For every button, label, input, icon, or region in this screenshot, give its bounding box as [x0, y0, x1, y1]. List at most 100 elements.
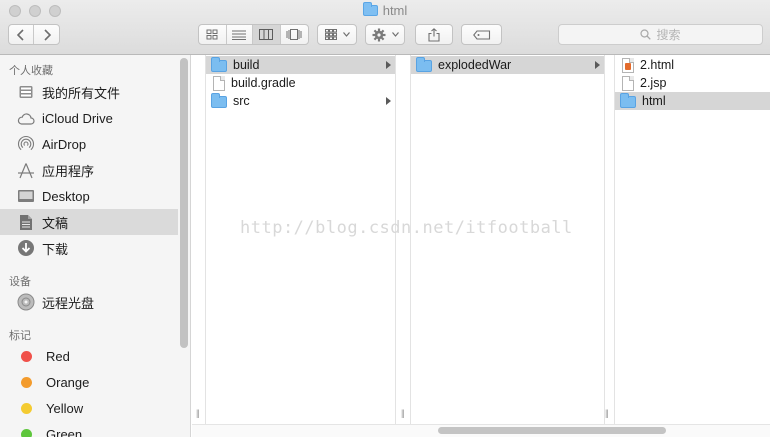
devices-header: 设备: [9, 276, 31, 288]
column-list: build build.gradle src: [205, 55, 395, 424]
sidebar-tag-red[interactable]: Red: [0, 343, 178, 369]
red-tag-dot-icon: [21, 350, 32, 362]
sidebar-item-label: Orange: [46, 374, 90, 390]
sidebar-item-label: 文稿: [42, 215, 69, 231]
disclosure-arrow-icon: [386, 61, 391, 69]
list-view-button[interactable]: [227, 25, 254, 44]
tags-header: 标记: [9, 330, 31, 342]
sidebar: 个人收藏 我的所有文件 iCloud Drive AirDrop 应用程序 De…: [0, 55, 191, 437]
list-item[interactable]: build: [206, 56, 395, 74]
sidebar-tag-yellow[interactable]: Yellow: [0, 395, 178, 421]
documents-icon: [16, 213, 36, 231]
document-icon: [622, 75, 634, 91]
item-name: 2.html: [640, 58, 675, 72]
all-files-icon: [16, 83, 36, 101]
sidebar-item-label: Desktop: [42, 188, 90, 204]
yellow-tag-dot-icon: [21, 402, 32, 414]
sidebar-item-applications[interactable]: 应用程序: [0, 157, 178, 183]
sidebar-item-icloud-drive[interactable]: iCloud Drive: [0, 105, 178, 131]
list-icon: [232, 30, 247, 40]
search-icon: [640, 29, 652, 40]
sidebar-item-all-files[interactable]: 我的所有文件: [0, 79, 178, 105]
share-icon: [428, 27, 440, 42]
folder-icon: [211, 93, 227, 108]
sidebar-item-airdrop[interactable]: AirDrop: [0, 131, 178, 157]
chevron-left-icon: [17, 28, 24, 41]
chevron-down-icon: [391, 32, 399, 37]
window-title: html: [0, 2, 770, 18]
column-resize-handle[interactable]: ||: [605, 408, 609, 418]
folder-icon: [211, 57, 227, 72]
item-name: explodedWar: [438, 58, 512, 72]
chevron-down-icon: [342, 32, 350, 37]
sidebar-item-remote-disc[interactable]: 远程光盘: [0, 289, 178, 315]
icon-view-button[interactable]: [199, 25, 227, 44]
sidebar-item-label: 下载: [42, 241, 69, 257]
window-title-label: html: [382, 3, 408, 18]
item-name: build: [233, 58, 260, 72]
arrange-icon: [324, 29, 337, 40]
sidebar-item-desktop[interactable]: Desktop: [0, 183, 178, 209]
list-item[interactable]: explodedWar: [411, 56, 604, 74]
list-item[interactable]: 2.jsp: [615, 74, 770, 92]
forward-button[interactable]: [34, 25, 59, 44]
coverflow-icon: [286, 29, 302, 40]
back-button[interactable]: [9, 25, 35, 44]
list-item[interactable]: 2.html: [615, 56, 770, 74]
view-mode-control: [198, 24, 309, 45]
window-toolbar: html 搜索: [0, 0, 770, 55]
column-list: 2.html 2.jsp html: [614, 55, 770, 424]
folder-icon: [620, 93, 636, 108]
disclosure-arrow-icon: [595, 61, 600, 69]
sidebar-item-downloads[interactable]: 下载: [0, 235, 178, 261]
browser-column-2: explodedWar ||: [396, 55, 605, 424]
sidebar-item-label: Red: [46, 348, 70, 364]
sidebar-item-label: 我的所有文件: [42, 85, 121, 101]
folder-icon: [362, 2, 378, 16]
favorites-header: 个人收藏: [9, 65, 53, 77]
sidebar-tag-green[interactable]: Green: [0, 421, 178, 437]
airdrop-icon: [16, 135, 36, 153]
sidebar-item-label: 远程光盘: [42, 295, 95, 311]
arrange-button[interactable]: [317, 24, 357, 45]
share-button[interactable]: [415, 24, 453, 45]
html-file-icon: [622, 57, 634, 73]
tag-button[interactable]: [461, 24, 502, 45]
desktop-icon: [16, 187, 36, 205]
sidebar-item-documents[interactable]: 文稿: [0, 209, 178, 235]
document-icon: [213, 75, 225, 91]
browser-column-3: 2.html 2.jsp html ||: [605, 55, 770, 424]
list-item[interactable]: html: [615, 92, 770, 110]
sidebar-scrollbar[interactable]: [180, 58, 188, 348]
green-tag-dot-icon: [21, 428, 32, 437]
browser-column-1: build build.gradle src ||: [191, 55, 396, 424]
gear-icon: [372, 28, 385, 41]
chevron-right-icon: [43, 28, 51, 41]
list-item[interactable]: build.gradle: [206, 74, 395, 92]
horizontal-scrollbar[interactable]: [438, 427, 666, 434]
action-button[interactable]: [365, 24, 405, 45]
sidebar-item-label: Yellow: [46, 400, 84, 416]
sidebar-tag-orange[interactable]: Orange: [0, 369, 178, 395]
cloud-icon: [16, 109, 36, 127]
columns-icon: [259, 29, 274, 40]
grid-icon: [206, 29, 218, 40]
column-view-button[interactable]: [253, 25, 281, 44]
orange-tag-dot-icon: [21, 376, 32, 388]
search-placeholder: 搜索: [656, 28, 681, 42]
download-icon: [16, 239, 36, 257]
sidebar-item-label: Green: [46, 426, 83, 437]
tag-icon: [472, 29, 490, 40]
column-resize-handle[interactable]: ||: [401, 408, 405, 418]
coverflow-view-button[interactable]: [281, 25, 308, 44]
history-nav: [8, 24, 60, 45]
item-name: src: [233, 94, 250, 108]
sidebar-item-label: iCloud Drive: [42, 110, 113, 126]
sidebar-item-label: AirDrop: [42, 136, 87, 152]
list-item[interactable]: src: [206, 92, 395, 110]
search-field[interactable]: 搜索: [558, 24, 763, 45]
sidebar-item-label: 应用程序: [42, 163, 95, 179]
watermark-text: http://blog.csdn.net/itfootball: [240, 218, 573, 238]
column-resize-handle[interactable]: ||: [196, 408, 200, 418]
applications-icon: [16, 161, 36, 179]
